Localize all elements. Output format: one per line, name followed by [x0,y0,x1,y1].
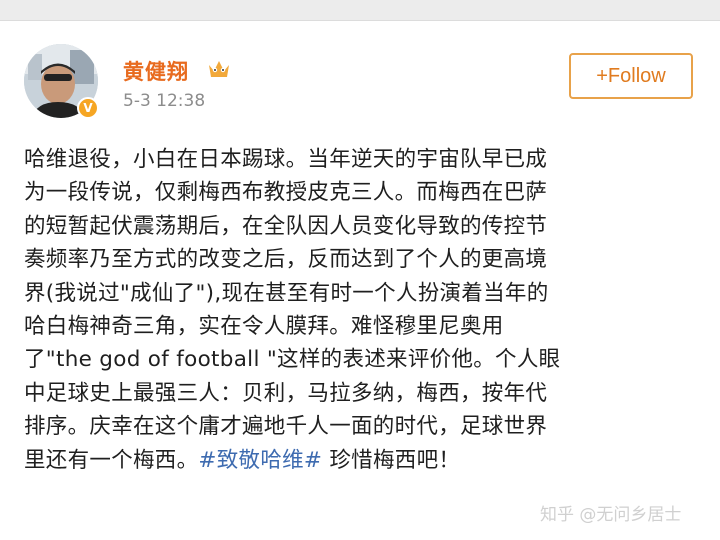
watermark: 知乎 @无问乡居士 [540,505,682,525]
content-line: 哈白梅神奇三角，实在令人膜拜。难怪穆里尼奥用 [24,313,504,339]
content-text: 里还有一个梅西。 [24,447,199,473]
post-content: 哈维退役，小白在日本踢球。当年逆天的宇宙队早已成 为一段传说，仅剩梅西布教授皮克… [24,143,704,477]
content-text: 珍惜梅西吧！ [322,447,461,473]
content-line-last: 里还有一个梅西。#致敬哈维# 珍惜梅西吧！ [24,444,704,477]
content-line: 界(我说过"成仙了"),现在甚至有时一个人扮演着当年的 [24,280,549,306]
content-line: 奏频率乃至方式的改变之后，反而达到了个人的更高境 [24,247,548,273]
follow-button[interactable]: +Follow [569,53,693,99]
top-divider [0,20,720,21]
content-line: 了"the god of football "这样的表述来评价他。个人眼 [24,347,561,373]
hashtag-link[interactable]: #致敬哈维# [198,448,322,473]
post-timestamp: 5-3 12:38 [123,91,206,111]
top-bar [0,0,720,20]
verified-badge-icon: V [77,97,99,119]
content-line: 为一段传说，仅剩梅西布教授皮克三人。而梅西在巴萨 [24,180,548,206]
vip-crown-icon [209,61,229,77]
content-line: 哈维退役，小白在日本踢球。当年逆天的宇宙队早已成 [24,147,548,172]
author-name[interactable]: 黄健翔 [123,56,189,86]
content-line: 中足球史上最强三人：贝利，马拉多纳，梅西，按年代 [24,380,548,406]
content-line: 排序。庆幸在这个庸才遍地千人一面的时代，足球世界 [24,414,548,440]
content-line: 的短暂起伏震荡期后，在全队因人员变化导致的传控节 [24,213,548,239]
